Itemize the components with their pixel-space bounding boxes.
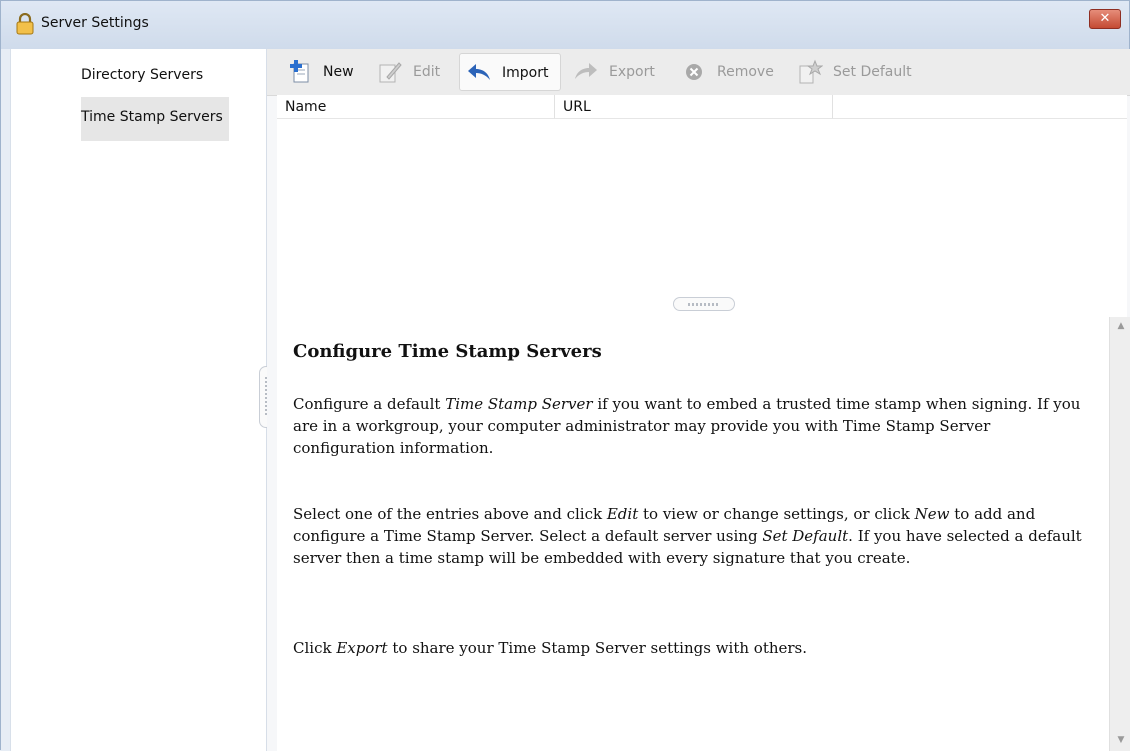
pane-splitter-handle[interactable] <box>673 297 735 311</box>
title-bar[interactable]: Server Settings ✕ <box>1 1 1129 50</box>
edit-button-label: Edit <box>413 64 441 80</box>
import-button[interactable]: Import <box>459 53 561 91</box>
main-panel: New Edit Import Export Remove Set Defaul… <box>267 49 1130 751</box>
import-button-label: Import <box>502 65 549 81</box>
close-icon: ✕ <box>1099 11 1111 26</box>
set-default-button[interactable]: Set Default <box>791 53 919 91</box>
new-button[interactable]: New <box>281 53 365 91</box>
sidebar-item-directory-servers[interactable]: Directory Servers <box>81 55 229 99</box>
set-default-star-icon <box>799 59 823 84</box>
help-paragraph-3: Click Export to share your Time Stamp Se… <box>293 639 808 657</box>
help-title: Configure Time Stamp Servers <box>293 341 602 362</box>
export-button-label: Export <box>609 64 655 80</box>
help-paragraph-2: Select one of the entries above and clic… <box>293 505 1082 567</box>
window-title: Server Settings <box>41 15 149 31</box>
close-button[interactable]: ✕ <box>1089 9 1121 29</box>
set-default-button-label: Set Default <box>833 64 912 80</box>
edit-button[interactable]: Edit <box>371 53 457 91</box>
column-header-empty <box>833 95 1127 119</box>
export-button[interactable]: Export <box>567 53 671 91</box>
remove-icon <box>686 64 702 80</box>
help-scrollbar[interactable]: ▲ ▼ <box>1109 317 1130 751</box>
help-panel: Configure Time Stamp Servers Configure a… <box>277 317 1109 751</box>
edit-icon <box>379 62 402 83</box>
sidebar-item-label: Time Stamp Servers <box>81 109 223 125</box>
scroll-down-arrow-icon[interactable]: ▼ <box>1116 735 1126 745</box>
sidebar-item-time-stamp-servers[interactable]: Time Stamp Servers <box>81 97 229 141</box>
import-arrow-icon <box>468 64 490 80</box>
new-button-label: New <box>323 64 354 80</box>
column-header-name[interactable]: Name <box>277 95 555 119</box>
column-header-url[interactable]: URL <box>555 95 833 119</box>
sidebar-edge <box>1 49 11 751</box>
scroll-up-arrow-icon[interactable]: ▲ <box>1116 321 1126 331</box>
sidebar: Directory Servers Time Stamp Servers <box>1 49 267 751</box>
lock-icon <box>16 13 34 35</box>
new-server-icon <box>290 60 309 83</box>
sidebar-item-label: Directory Servers <box>81 67 204 83</box>
remove-button-label: Remove <box>717 64 774 80</box>
help-paragraph-1: Configure a default Time Stamp Server if… <box>293 395 1081 457</box>
remove-button[interactable]: Remove <box>675 53 787 91</box>
export-arrow-icon <box>575 63 597 79</box>
server-settings-window: Server Settings ✕ Directory Servers Time… <box>0 0 1130 751</box>
toolbar: New Edit Import Export Remove Set Defaul… <box>267 49 1130 96</box>
